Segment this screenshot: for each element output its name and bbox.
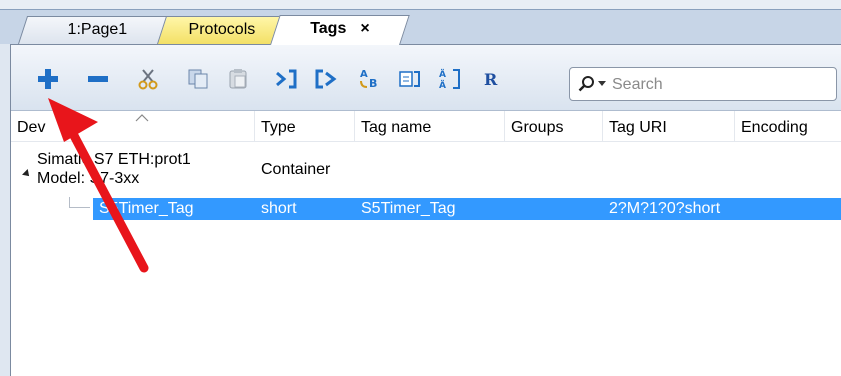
tag-name-cell: S5Timer_Tag [361,200,456,217]
paste-button[interactable] [223,65,253,93]
svg-text:Ä: Ä [439,80,446,91]
search-dropdown-icon[interactable] [598,81,606,86]
tab-bar: 1:Page1 Protocols Tags × [0,10,841,45]
column-header-device-label: Dev [17,119,46,136]
export-icon [315,69,337,89]
search-input[interactable] [610,72,834,98]
column-header-tag-name-label: Tag name [361,119,432,136]
cut-button[interactable] [133,65,163,93]
tag-uri-cell: 2?M?1?0?short [609,200,721,217]
search-box[interactable] [569,67,837,101]
remove-button[interactable] [83,65,113,93]
export-button[interactable] [311,65,341,93]
column-header-type-label: Type [261,119,296,136]
r-button[interactable]: R [475,65,505,93]
search-icon [578,76,594,92]
svg-text:A: A [360,69,368,80]
column-header-encoding[interactable]: Encoding [735,111,841,141]
dictionary-button[interactable]: ÄÄ [435,65,465,93]
edit-button[interactable] [395,65,425,93]
paste-icon [229,69,247,89]
table-row-tag[interactable]: S5Timer_Tag short S5Timer_Tag 2?M?1?0?sh… [11,197,841,221]
edit-icon [399,71,420,87]
table-row-device[interactable]: Simatic S7 ETH:prot1 Model: S7-3xx Conta… [11,147,841,193]
rename-button[interactable]: AB [355,65,385,93]
svg-text:B: B [369,77,377,90]
svg-text:R: R [484,70,498,89]
device-type: Container [261,161,331,178]
column-header-tag-uri-label: Tag URI [609,119,667,136]
tab-protocols[interactable]: Protocols [157,16,287,44]
remove-icon [88,76,108,82]
column-header-groups[interactable]: Groups [505,111,603,141]
column-header: Dev Type Tag name Groups Tag URI Encodin… [11,111,841,142]
column-header-groups-label: Groups [511,119,564,136]
collapse-arrow-icon[interactable] [22,169,32,179]
tab-page1-label: 1:Page1 [67,21,128,38]
import-icon [276,69,297,89]
tab-close-icon[interactable]: × [361,20,370,37]
column-header-encoding-label: Encoding [741,119,808,136]
column-header-tag-uri[interactable]: Tag URI [603,111,735,141]
toolbar: AB ÄÄ R [11,45,841,111]
column-header-type[interactable]: Type [255,111,355,141]
svg-text:Ä: Ä [439,69,446,80]
tab-page1[interactable]: 1:Page1 [18,16,178,44]
device-model: Model: S7-3xx [37,170,140,187]
cut-icon [138,69,158,90]
column-header-tag-name[interactable]: Tag name [355,111,505,141]
tab-tags-label: Tags [310,20,347,37]
tab-tags[interactable]: Tags × [270,15,410,45]
device-name: Simatic S7 ETH:prot1 [37,151,191,168]
tag-device-cell: S5Timer_Tag [99,200,194,217]
rename-icon: AB [360,69,377,90]
tab-protocols-label: Protocols [188,21,255,38]
column-header-device[interactable]: Dev [11,111,255,141]
add-button[interactable] [33,65,63,93]
dictionary-icon: ÄÄ [439,69,460,91]
import-button[interactable] [271,65,301,93]
sort-ascending-icon [135,114,149,122]
add-icon [38,69,58,89]
tag-type-cell: short [261,200,297,217]
copy-icon [188,69,208,89]
tags-panel: AB ÄÄ R Dev Type Tag name Groups Tag URI… [10,44,841,376]
copy-button[interactable] [183,65,213,93]
r-icon: R [484,70,498,89]
